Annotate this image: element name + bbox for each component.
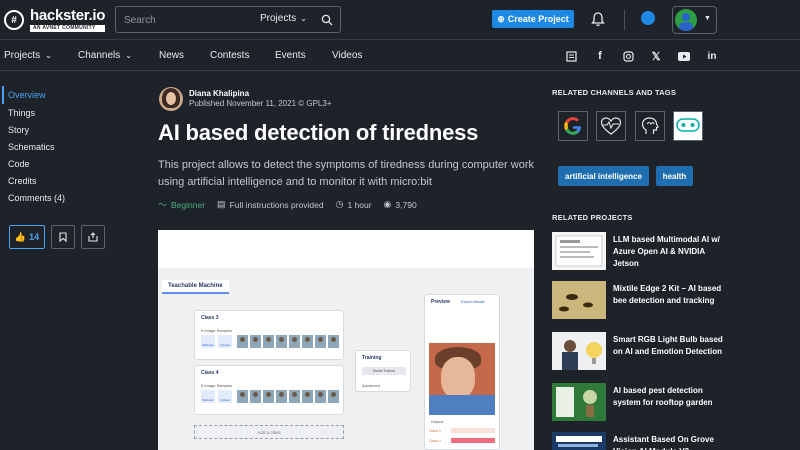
related-project-title[interactable]: Smart RGB Light Bulb based on AI and Emo… bbox=[613, 334, 729, 358]
x-twitter-icon[interactable]: 𝕏 bbox=[649, 49, 663, 63]
brand-subtitle: AN AVNET COMMUNITY bbox=[30, 25, 106, 32]
eye-icon: ◉ bbox=[383, 199, 392, 209]
bell-icon[interactable] bbox=[591, 11, 605, 32]
chevron-down-icon: ⌄ bbox=[125, 51, 132, 60]
respect-count: 14 bbox=[29, 232, 40, 242]
create-project-button[interactable]: ⊕ Create Project bbox=[492, 10, 574, 28]
project-description: This project allows to detect the sympto… bbox=[158, 159, 534, 188]
page-title: AI based detection of tiredness bbox=[158, 120, 479, 145]
heart-monitor-icon[interactable] bbox=[596, 111, 626, 141]
hackster-logo-icon: # bbox=[4, 10, 24, 30]
respect-button[interactable]: 👍 14 bbox=[9, 225, 45, 249]
related-project-title[interactable]: Assistant Based On Grove Vision AI Modul… bbox=[613, 434, 729, 450]
nav-projects[interactable]: Projects ⌄ bbox=[4, 50, 52, 61]
toc-overview[interactable]: Overview bbox=[8, 90, 46, 100]
training-card: Training Model Trained Advanced bbox=[355, 350, 411, 392]
bookmark-button[interactable] bbox=[51, 225, 75, 249]
related-project-title[interactable]: LLM based Multimodal AI w/ Azure Open AI… bbox=[613, 234, 729, 270]
author-avatar[interactable] bbox=[159, 87, 183, 111]
toc-story[interactable]: Story bbox=[8, 125, 29, 135]
thumbs-up-icon: 👍 bbox=[14, 231, 27, 242]
search-scope-label: Projects bbox=[260, 13, 297, 24]
author-name[interactable]: Diana Khalipina bbox=[189, 89, 332, 99]
nav-contests[interactable]: Contests bbox=[210, 50, 249, 61]
google-icon[interactable] bbox=[558, 111, 588, 141]
toc-active-indicator bbox=[2, 86, 4, 104]
nav-events[interactable]: Events bbox=[275, 50, 306, 61]
share-icon bbox=[88, 232, 98, 242]
toc-code[interactable]: Code bbox=[8, 159, 30, 169]
brand-name: hackster.io bbox=[30, 7, 106, 24]
nav-news[interactable]: News bbox=[159, 50, 184, 61]
tag-health[interactable]: health bbox=[656, 166, 693, 186]
difficulty-icon: 〜 bbox=[158, 200, 168, 210]
toc-comments[interactable]: Comments (4) bbox=[8, 193, 65, 203]
related-project-title[interactable]: Mixtile Edge 2 Kit – AI based bee detect… bbox=[613, 283, 729, 307]
brain-head-icon[interactable] bbox=[635, 111, 665, 141]
search-icon[interactable] bbox=[321, 13, 333, 31]
newsletter-icon[interactable] bbox=[564, 49, 578, 63]
microbit-icon[interactable] bbox=[673, 111, 703, 141]
search-scope-dropdown[interactable]: Projects ⌄ bbox=[260, 13, 307, 24]
top-header: # hackster.io AN AVNET COMMUNITY Project… bbox=[0, 0, 800, 40]
toc-things[interactable]: Things bbox=[8, 108, 35, 118]
related-project-thumbnail bbox=[552, 281, 606, 319]
difficulty-level: 〜 Beginner bbox=[158, 199, 206, 211]
project-meta: 〜 Beginner ▤ Full instructions provided ◷ 1… bbox=[158, 198, 429, 211]
toc-schematics[interactable]: Schematics bbox=[8, 142, 55, 152]
header-divider bbox=[624, 10, 625, 30]
hackster-logo[interactable]: # hackster.io AN AVNET COMMUNITY bbox=[4, 8, 105, 32]
related-project-title[interactable]: AI based pest detection system for rooft… bbox=[613, 385, 729, 409]
facebook-icon[interactable]: f bbox=[593, 49, 607, 63]
search-box: Projects⌄ bbox=[115, 6, 341, 33]
linkedin-icon[interactable]: in bbox=[705, 49, 719, 63]
search-input[interactable] bbox=[124, 12, 244, 28]
preview-card: Preview Export Model Output Class 3 Clas… bbox=[424, 294, 500, 450]
chevron-down-icon: ⌄ bbox=[45, 51, 52, 60]
webcam-button: Webcam bbox=[201, 335, 215, 348]
main-nav: Projects ⌄ Channels ⌄ News Contests Events… bbox=[0, 41, 800, 71]
document-icon: ▤ bbox=[217, 199, 226, 209]
instagram-icon[interactable] bbox=[621, 49, 635, 63]
clock-icon: ◷ bbox=[335, 199, 344, 209]
chat-icon[interactable] bbox=[641, 11, 655, 25]
related-project-thumbnail bbox=[552, 332, 606, 370]
related-project-thumbnail bbox=[552, 232, 606, 270]
related-project-thumbnail bbox=[552, 383, 606, 421]
nav-videos[interactable]: Videos bbox=[332, 50, 362, 61]
class3-card: Class 3 6 Image Samples Webcam Upload bbox=[194, 310, 344, 360]
instructions-info: ▤ Full instructions provided bbox=[217, 199, 324, 210]
nav-channels[interactable]: Channels ⌄ bbox=[78, 50, 132, 61]
related-project-thumbnail bbox=[552, 432, 606, 450]
publish-info: Published November 11, 2021 © GPL3+ bbox=[189, 99, 332, 108]
youtube-icon[interactable] bbox=[677, 49, 691, 63]
author-block: Diana Khalipina Published November 11, 2… bbox=[159, 87, 332, 111]
create-project-label: Create Project bbox=[507, 14, 569, 24]
user-menu[interactable]: ▼ bbox=[672, 6, 717, 34]
duration-info: ◷ 1 hour bbox=[335, 199, 372, 210]
views-info: ◉ 3,790 bbox=[383, 199, 417, 210]
plus-icon: ⊕ bbox=[497, 13, 505, 24]
toc-credits[interactable]: Credits bbox=[8, 176, 37, 186]
upload-button: Upload bbox=[218, 335, 232, 348]
add-class-box: Add a class bbox=[194, 425, 344, 439]
bookmark-icon bbox=[59, 232, 67, 242]
caret-down-icon: ▼ bbox=[704, 15, 711, 22]
related-projects-heading: RELATED PROJECTS bbox=[552, 213, 633, 222]
avatar bbox=[675, 9, 697, 31]
chevron-down-icon: ⌄ bbox=[300, 14, 307, 23]
related-channels-heading: RELATED CHANNELS AND TAGS bbox=[552, 88, 677, 97]
webcam-preview bbox=[429, 343, 495, 415]
share-button[interactable] bbox=[81, 225, 105, 249]
tag-artificial-intelligence[interactable]: artificial intelligence bbox=[558, 166, 649, 186]
teachable-machine-badge: Teachable Machine bbox=[162, 280, 229, 294]
class4-card: Class 4 6 Image Samples Webcam Upload bbox=[194, 365, 344, 415]
hero-image[interactable]: Teachable Machine Class 3 6 Image Sample… bbox=[158, 230, 534, 450]
